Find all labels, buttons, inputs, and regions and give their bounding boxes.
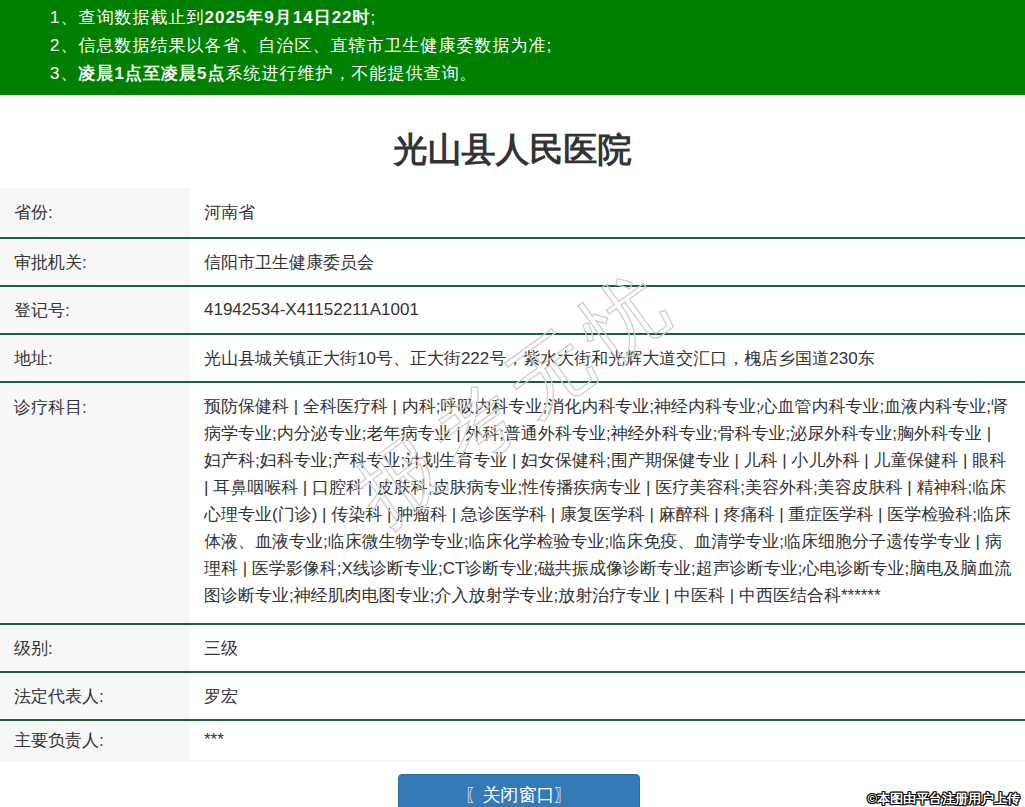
table-row-main-person-in-charge: 主要负责人: *** (0, 720, 1025, 760)
notice-text: ; (371, 8, 377, 27)
row-label: 审批机关: (0, 238, 190, 286)
notice-number: 3、 (50, 64, 78, 83)
row-label: 法定代表人: (0, 672, 190, 720)
row-label: 登记号: (0, 286, 190, 334)
table-row-registration-number: 登记号: 41942534-X41152211A1001 (0, 286, 1025, 334)
row-value: 41942534-X41152211A1001 (190, 286, 1025, 334)
row-value: 信阳市卫生健康委员会 (190, 238, 1025, 286)
notice-text: 系统进行维护，不能提供查询。 (225, 64, 477, 83)
table-row-legal-representative: 法定代表人: 罗宏 (0, 672, 1025, 720)
table-row-address: 地址: 光山县城关镇正大街10号、正大街222号，紫水大街和光辉大道交汇口，槐店… (0, 334, 1025, 382)
notice-text: 查询数据截止到 (78, 8, 204, 27)
table-row-province: 省份: 河南省 (0, 188, 1025, 238)
row-label: 级别: (0, 624, 190, 672)
upload-credit-text: ©本图由平台注册用户上传 (867, 790, 1020, 807)
notice-line-3: 3、凌晨1点至凌晨5点系统进行维护，不能提供查询。 (0, 60, 1025, 88)
row-label: 主要负责人: (0, 720, 190, 760)
row-label: 省份: (0, 188, 190, 238)
row-label: 地址: (0, 334, 190, 382)
row-value: 罗宏 (190, 672, 1025, 720)
close-window-button[interactable]: 〖关闭窗口〗 (398, 774, 640, 807)
notice-line-1: 1、查询数据截止到2025年9月14日22时; (0, 4, 1025, 32)
row-label: 诊疗科目: (0, 382, 190, 624)
table-row-level: 级别: 三级 (0, 624, 1025, 672)
row-value: *** (190, 720, 1025, 760)
notice-number: 2、 (50, 36, 78, 55)
hospital-info-table: 省份: 河南省 审批机关: 信阳市卫生健康委员会 登记号: 41942534-X… (0, 188, 1025, 761)
table-row-approval-authority: 审批机关: 信阳市卫生健康委员会 (0, 238, 1025, 286)
notice-line-2: 2、信息数据结果以各省、自治区、直辖市卫生健康委数据为准; (0, 32, 1025, 60)
notice-text: 信息数据结果以各省、自治区、直辖市卫生健康委数据为准; (78, 36, 552, 55)
row-value: 三级 (190, 624, 1025, 672)
notice-bold-text: 凌晨1点至凌晨5点 (78, 64, 225, 83)
table-row-departments: 诊疗科目: 预防保健科 | 全科医疗科 | 内科;呼吸内科专业;消化内科专业;神… (0, 382, 1025, 624)
row-value: 预防保健科 | 全科医疗科 | 内科;呼吸内科专业;消化内科专业;神经内科专业;… (190, 382, 1025, 624)
notice-number: 1、 (50, 8, 78, 27)
notice-bold-text: 2025年9月14日22时 (204, 8, 370, 27)
row-value: 光山县城关镇正大街10号、正大街222号，紫水大街和光辉大道交汇口，槐店乡国道2… (190, 334, 1025, 382)
notice-banner: 1、查询数据截止到2025年9月14日22时; 2、信息数据结果以各省、自治区、… (0, 0, 1025, 95)
hospital-name-title: 光山县人民医院 (0, 126, 1025, 172)
row-value: 河南省 (190, 188, 1025, 238)
